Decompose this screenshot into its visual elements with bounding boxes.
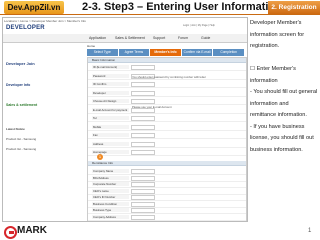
brand-badge: Dev.AppZil.vn (4, 1, 64, 14)
left-column: Developer Join Developer Info Sales & se… (3, 43, 45, 221)
form-row-label: Company Name (92, 169, 129, 173)
form-row: Developer (88, 90, 246, 97)
form-row-label: CEO's ID Number (92, 195, 129, 199)
form-row-input[interactable] (131, 90, 155, 96)
header-rule (0, 14, 320, 15)
menu-sales[interactable]: Sales & Settlement (115, 36, 145, 40)
member-info-form: Basic Information ID (E-mail Account) Pas… (87, 57, 247, 221)
step-agree-terms: Agree Terms (118, 49, 150, 56)
form-row: Tel (88, 115, 246, 122)
site-logo: DEVELOPER (6, 25, 45, 31)
desc-line: - If you have business license, you shou… (250, 123, 314, 142)
form-row-input[interactable] (131, 150, 155, 155)
step-confirm-email: Confirm via E-mail (181, 49, 213, 56)
description-panel: Developer Member's information screen fo… (250, 18, 320, 156)
form-row: Address (88, 141, 246, 148)
step-marker: 1 (97, 154, 103, 160)
menu-application[interactable]: Application (89, 36, 106, 40)
form-row-input[interactable] (131, 82, 155, 87)
form-row: ID (E-mail Account) (88, 64, 246, 71)
product-item[interactable]: Product list - Samsung (6, 137, 36, 141)
top-links[interactable]: Login | Join | My Page | Help (183, 24, 215, 27)
latest-notice[interactable]: Latest Notice (6, 127, 25, 131)
desc-line: - You should fill out general informatio… (250, 89, 318, 107)
product-item[interactable]: Product list - Samsung (6, 147, 36, 151)
slide-title: 2-3. Step3 – Entering User Information (82, 1, 282, 13)
form-row-input[interactable] (131, 124, 155, 130)
emark-text: MARK (17, 225, 47, 236)
form-row: Fax (88, 132, 246, 139)
form-row-label: Developer (92, 90, 129, 95)
desc-line (250, 53, 320, 65)
form-row: ID Confirm (88, 81, 246, 88)
left-col-title: Developer Join (6, 61, 35, 66)
step-tabs: Select Type Agree Terms Member's Info Co… (87, 49, 245, 56)
form-row-label: Mobile (92, 124, 129, 129)
menu-support[interactable]: Support (153, 36, 165, 40)
form-row-input[interactable] (131, 188, 155, 194)
form-row-input[interactable] (131, 201, 155, 207)
form-row-input[interactable] (131, 116, 155, 121)
form-row-label: E-mail Account for payment (92, 107, 129, 112)
form-row-input[interactable] (131, 208, 155, 213)
desc-line: remittance information. (250, 112, 307, 118)
form-row-label: Choose Art Design (92, 99, 129, 103)
form-row-label: Corporate Number (92, 182, 129, 186)
form-row-label: CEO's name (92, 188, 129, 193)
form-row-input[interactable] (131, 65, 155, 70)
slide-header: Dev.AppZil.vn 2-3. Step3 – Entering User… (0, 0, 320, 14)
form-row-label: Tel (92, 116, 129, 120)
step-select-type: Select Type (87, 49, 118, 56)
form-row-label: Business Condition (92, 201, 129, 206)
registration-screenshot: Locations > Home > Developer Member Join… (2, 17, 248, 222)
form-row-input[interactable] (131, 99, 155, 104)
main-menu: Application Sales & Settlement Support F… (3, 34, 247, 43)
form-row-label: Fax (92, 133, 129, 137)
step-completion: Completion (213, 49, 244, 56)
step-members-info: Member's Info (150, 49, 181, 56)
form-row-input[interactable] (131, 182, 155, 187)
emark-e-icon (4, 226, 17, 239)
remittance-heading: Remittance Info (88, 161, 246, 166)
desc-line: business information. (250, 146, 303, 153)
password-note: You should enter password by combining n… (132, 75, 206, 79)
form-row: Mobile (88, 124, 246, 131)
form-row-input[interactable] (131, 214, 155, 220)
form-row-input[interactable] (131, 169, 155, 174)
desc-line: registration. (250, 43, 280, 49)
menu-guide[interactable]: Guide (201, 36, 210, 40)
sales-settlement-link[interactable]: Sales & settlement (6, 103, 37, 107)
section-tag: 2. Registration (268, 1, 320, 14)
developer-info-link[interactable]: Developer Info (6, 83, 30, 87)
form-row-label: BIC/Address (92, 175, 129, 180)
form-row: Choose Art Design (88, 98, 246, 105)
email-note: Please use your E-mail Account (132, 105, 172, 109)
form-row-label: Address (92, 141, 129, 146)
desc-line: ☐ Enter Member's information (250, 66, 296, 84)
desc-line: Developer Member's information screen fo… (250, 20, 305, 38)
home-crumb[interactable]: Home (87, 44, 95, 48)
form-row-input[interactable] (131, 141, 155, 147)
form-row-label: Business Type (92, 208, 129, 212)
basic-info-heading: Basic Information (88, 58, 246, 63)
form-row-label: Company Address (92, 214, 129, 219)
page-number: 1 (308, 228, 312, 234)
form-row-label: Password (92, 73, 129, 78)
form-row: Homepage (88, 149, 246, 156)
form-row: Company Address (88, 214, 246, 221)
form-row-input[interactable] (131, 133, 155, 138)
form-row-input[interactable] (131, 175, 155, 181)
form-row-input[interactable] (131, 195, 155, 200)
menu-forum[interactable]: Forum (178, 36, 188, 40)
form-row-label: ID Confirm (92, 82, 129, 86)
form-row-label: ID (E-mail Account) (92, 65, 129, 69)
emark-logo: MARK (4, 225, 54, 239)
